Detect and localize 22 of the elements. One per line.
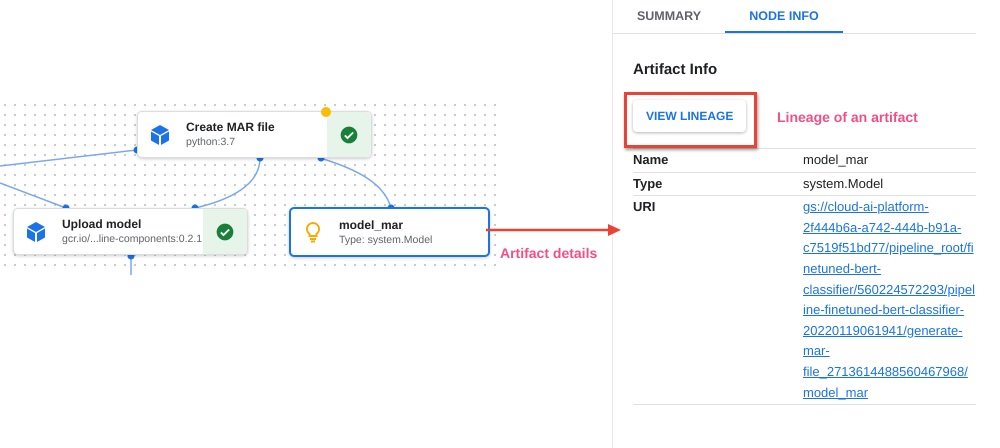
node-title: Upload model [62,216,142,232]
artifact-node[interactable]: model_mar Type: system.Model [289,207,490,257]
cube-icon [148,122,172,146]
tab[interactable]: SUMMARY [613,0,725,33]
node-subtitle: gcr.io/...line-components:0.2.1 [62,232,203,247]
node-subtitle: Type: system.Model [339,232,434,248]
annotation-label: Artifact details [500,245,598,261]
node-title: model_mar [339,216,404,232]
view-lineage-button[interactable]: VIEW LINEAGE [633,100,746,132]
cube-icon [24,220,48,244]
node-title: Create MAR file [186,119,276,135]
tab[interactable]: NODE INFO [725,0,843,33]
annotation-label: Lineage of an artifact [777,109,918,125]
field-label: URI [633,198,656,216]
field-value: system.Model [803,176,884,191]
section-heading: Artifact Info [633,61,718,80]
step-node[interactable]: Upload model gcr.io/...line-components:0.2.1 [13,208,248,255]
field-label: Name [633,151,670,169]
uri-link[interactable]: gs://cloud-ai-platform-2f444b6a-a742-444b-b91a-c7519f51bd77/pipeline_root/finetuned-bert-classifier/560224572293/pipeline-finetuned-bert-classifier-20220119061941/generate-mar-file_2713614488560467968/model_mar [803,197,976,404]
field-value: model_mar [803,152,868,167]
node-subtitle: python:3.7 [186,135,236,150]
field-label: Type [633,174,664,193]
